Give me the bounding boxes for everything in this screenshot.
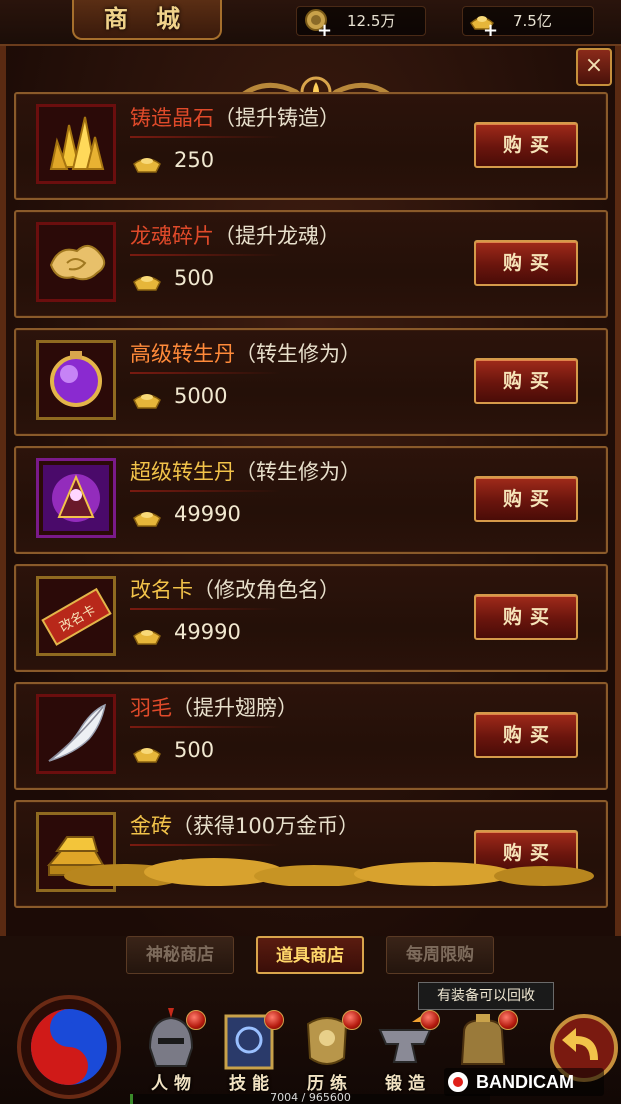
shop-item-row: 超级转生丹（转生修为） 49990 购买	[14, 446, 608, 554]
notification-dot-icon	[342, 1010, 362, 1030]
shop-title: 商 城	[72, 0, 222, 40]
item-title: 羽毛（提升翅膀）	[130, 692, 298, 722]
item-icon-frame	[36, 104, 116, 184]
gold-ingot-icon	[133, 748, 161, 763]
item-description: （转生修为）	[235, 342, 361, 366]
ingot-balance-value: 7.5亿	[513, 12, 552, 30]
item-title: 高级转生丹（转生修为）	[130, 338, 361, 368]
price-value: 5000	[174, 384, 228, 408]
item-description: （获得100万金币）	[172, 814, 360, 838]
item-description: （提升铸造）	[214, 106, 340, 130]
name-underline	[130, 254, 280, 256]
item-description: （提升龙魂）	[214, 224, 340, 248]
gold-coins-decoration	[64, 858, 594, 886]
nav-character[interactable]: 人物	[132, 1008, 210, 1098]
buy-button[interactable]: 购买	[474, 712, 578, 758]
item-name: 龙魂碎片	[130, 224, 214, 248]
purple-relic-icon	[43, 465, 109, 531]
purple-orb-icon	[50, 351, 102, 407]
coin-balance-value: 12.5万	[347, 12, 396, 30]
dragon-soul-fragment-icon	[49, 244, 106, 281]
nav-training[interactable]: 历练	[288, 1008, 366, 1098]
recycle-tooltip[interactable]: 有装备可以回收	[418, 982, 554, 1010]
item-name: 超级转生丹	[130, 460, 235, 484]
price-value: 49990	[174, 620, 241, 644]
name-underline	[130, 726, 280, 728]
gold-ingot-icon	[133, 512, 161, 527]
item-title: 超级转生丹（转生修为）	[130, 456, 361, 486]
item-name: 铸造晶石	[130, 106, 214, 130]
buy-button[interactable]: 购买	[474, 476, 578, 522]
item-title: 铸造晶石（提升铸造）	[130, 102, 340, 132]
gold-ingot-icon	[133, 630, 161, 645]
add-ingot-icon[interactable]: +	[483, 17, 498, 45]
nav-skills[interactable]: 技能	[210, 1008, 288, 1098]
item-description: （转生修为）	[235, 460, 361, 484]
notification-dot-icon	[186, 1010, 206, 1030]
item-title: 改名卡（修改角色名）	[130, 574, 340, 604]
yellow-crystal-icon	[49, 116, 105, 170]
item-icon-frame	[36, 458, 116, 538]
item-description: （提升翅膀）	[172, 696, 298, 720]
item-icon-frame: 改名卡	[36, 576, 116, 656]
top-bar: 商 城 + 12.5万 + 7.5亿	[0, 0, 621, 46]
bandicam-watermark: BANDICAM	[444, 1068, 604, 1096]
close-button[interactable]: ×	[576, 48, 612, 86]
watermark-text: BANDICAM	[476, 1072, 574, 1092]
shop-item-row: 龙魂碎片（提升龙魂） 500 购买	[14, 210, 608, 318]
price-value: 250	[174, 148, 215, 172]
buy-button[interactable]: 购买	[474, 122, 578, 168]
gold-ingot-icon	[133, 276, 161, 291]
item-name: 改名卡	[130, 578, 193, 602]
gold-ingot-icon	[133, 394, 161, 409]
shop-item-row: 羽毛（提升翅膀） 500 购买	[14, 682, 608, 790]
name-underline	[130, 490, 280, 492]
item-name: 羽毛	[130, 696, 172, 720]
item-description: （修改角色名）	[193, 578, 340, 602]
shop-item-row: 高级转生丹（转生修为） 5000 购买	[14, 328, 608, 436]
notification-dot-icon	[264, 1010, 284, 1030]
notification-dot-icon	[420, 1010, 440, 1030]
item-icon-frame	[36, 340, 116, 420]
item-name: 高级转生丹	[130, 342, 235, 366]
tab-item-shop[interactable]: 道具商店	[256, 936, 364, 974]
rename-card-icon: 改名卡	[41, 587, 112, 646]
tab-mystery-shop[interactable]: 神秘商店	[126, 936, 234, 974]
shop-item-row: 改名卡 改名卡（修改角色名） 49990 购买	[14, 564, 608, 672]
add-coin-icon[interactable]: +	[317, 17, 332, 45]
record-icon	[448, 1072, 468, 1092]
yin-yang-dragon-icon[interactable]	[14, 992, 124, 1102]
buy-button[interactable]: 购买	[474, 594, 578, 640]
notification-dot-icon	[498, 1010, 518, 1030]
ingot-balance[interactable]: + 7.5亿	[462, 6, 594, 41]
buy-button[interactable]: 购买	[474, 358, 578, 404]
shop-item-row: 铸造晶石（提升铸造） 250 购买	[14, 92, 608, 200]
coin-balance[interactable]: + 12.5万	[296, 6, 426, 41]
gold-ingot-icon	[133, 158, 161, 173]
item-icon-frame	[36, 222, 116, 302]
feather-icon	[48, 703, 107, 762]
buy-button[interactable]: 购买	[474, 240, 578, 286]
item-title: 龙魂碎片（提升龙魂）	[130, 220, 340, 250]
price-value: 500	[174, 266, 215, 290]
name-underline	[130, 372, 280, 374]
name-underline	[130, 608, 280, 610]
item-name: 金砖	[130, 814, 172, 838]
price-value: 500	[174, 738, 215, 762]
nav-forge[interactable]: 锻造	[366, 1008, 444, 1098]
tab-weekly-limit[interactable]: 每周限购	[386, 936, 494, 974]
item-title: 金砖（获得100万金币）	[130, 810, 359, 840]
item-icon-frame	[36, 694, 116, 774]
name-underline	[130, 136, 280, 138]
price-value: 49990	[174, 502, 241, 526]
